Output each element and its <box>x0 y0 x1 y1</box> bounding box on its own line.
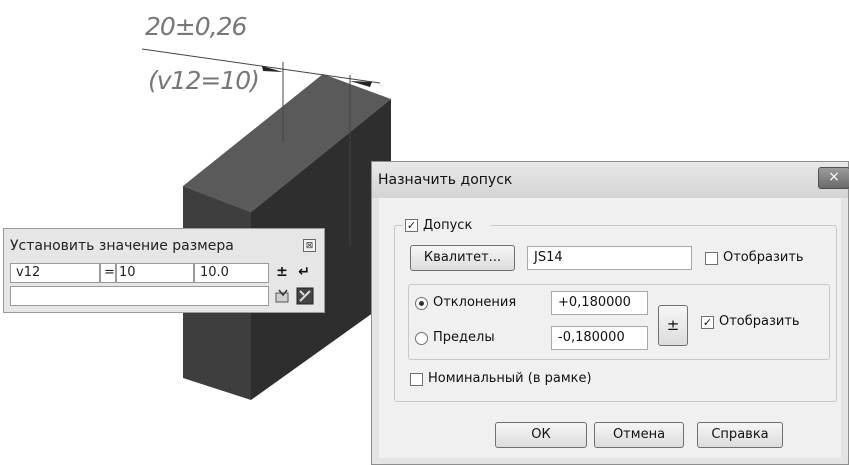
equals-label: = <box>104 265 115 280</box>
dialog-title: Назначить допуск <box>378 172 513 188</box>
dialog-body: ✓ Допуск Квалитет... JS14 Отобразить Отк… <box>379 198 841 458</box>
insert-icon[interactable] <box>274 287 292 305</box>
variables-icon-glyph <box>296 287 314 305</box>
computed-value-field: 10.0 <box>194 263 269 283</box>
assign-tolerance-dialog: Назначить допуск × ✓ Допуск Квалитет... … <box>371 161 849 465</box>
nominal-checkbox[interactable] <box>410 373 423 386</box>
expression-input[interactable] <box>10 286 269 306</box>
variable-text: (v12=10) <box>148 66 260 95</box>
equals-sign: = <box>100 263 116 283</box>
display-deviations-checkbox[interactable]: ✓ <box>701 316 714 329</box>
lower-deviation-field[interactable]: -0,180000 <box>551 326 648 350</box>
qualitet-field[interactable]: JS14 <box>527 246 692 270</box>
limits-radio[interactable] <box>415 332 428 345</box>
plusminus-button[interactable]: ± <box>658 305 688 346</box>
enter-icon[interactable]: ↵ <box>294 263 314 282</box>
help-button[interactable]: Справка <box>697 422 783 448</box>
qualitet-button[interactable]: Квалитет... <box>410 245 515 271</box>
insert-icon-glyph <box>275 289 289 303</box>
display-deviations-label: Отобразить <box>719 314 800 329</box>
tolerance-checkbox-row[interactable]: ✓ Допуск <box>403 218 491 234</box>
tolerance-checkbox[interactable]: ✓ <box>405 219 418 232</box>
deviations-label: Отклонения <box>433 295 517 310</box>
panel-close-button[interactable]: ⊠ <box>303 239 316 252</box>
set-dimension-panel: Установить значение размера ⊠ v12 = 10 1… <box>3 228 325 313</box>
plusminus-button[interactable]: ± <box>272 263 292 282</box>
cancel-button[interactable]: Отмена <box>594 422 684 448</box>
upper-deviation-field[interactable]: +0,180000 <box>551 291 648 315</box>
limits-label: Пределы <box>433 330 495 345</box>
nominal-label: Номинальный (в рамке) <box>428 371 592 386</box>
ok-button[interactable]: ОК <box>495 422 587 448</box>
close-icon[interactable]: × <box>818 167 849 189</box>
tolerance-label: Допуск <box>423 218 473 233</box>
display-qualitet-label: Отобразить <box>723 250 804 265</box>
variables-icon[interactable] <box>296 287 314 305</box>
dimension-text: 20±0,26 <box>145 12 247 41</box>
value-input[interactable]: 10 <box>116 263 194 283</box>
deviations-radio[interactable] <box>415 297 428 310</box>
variable-name-field[interactable]: v12 <box>10 263 100 283</box>
panel-title: Установить значение размера <box>10 238 234 254</box>
dialog-titlebar[interactable]: Назначить допуск × <box>372 162 849 198</box>
display-qualitet-checkbox[interactable] <box>705 252 718 265</box>
